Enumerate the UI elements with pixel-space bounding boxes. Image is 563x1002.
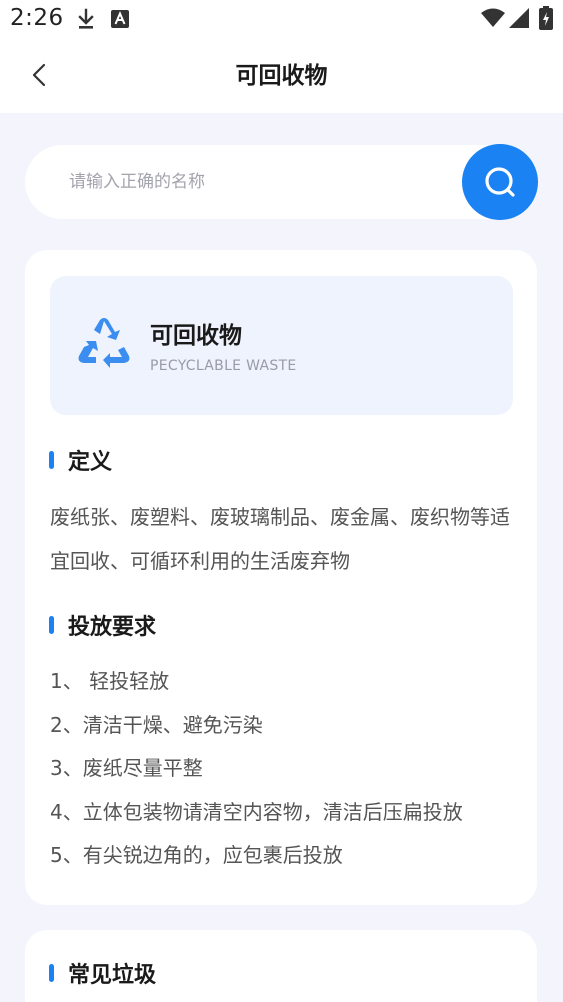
battery-charging-icon [539, 6, 553, 30]
status-bar: 2:26 [0, 0, 563, 40]
common-waste-card: 常见垃圾 [25, 930, 537, 1002]
search-bar [25, 144, 538, 220]
list-item: 1、 轻投轻放 [50, 669, 170, 693]
cell-signal-icon [509, 8, 529, 28]
definition-title: 定义 [68, 450, 113, 475]
top-bar: 2:26 可回收物 [0, 0, 563, 113]
category-subtitle: PECYCLABLE WASTE [150, 358, 297, 374]
download-icon [78, 8, 94, 29]
recycle-icon [78, 318, 130, 368]
search-input[interactable] [69, 145, 449, 219]
list-item: 5、有尖锐边角的，应包裹后投放 [50, 843, 343, 867]
section-marker [49, 964, 54, 982]
list-item: 4、立体包装物请清空内容物，清洁后压扁投放 [50, 799, 463, 824]
search-button[interactable] [462, 144, 538, 220]
category-title: 可回收物 [150, 323, 242, 349]
page-title: 可回收物 [235, 63, 328, 89]
wifi-icon [481, 8, 505, 27]
search-icon [485, 167, 515, 197]
definition-text: 废纸张、废塑料、废玻璃制品、废金属、废织物等适宜回收、可循环利用的生活废弃物 [50, 505, 510, 573]
category-detail-card: 可回收物 PECYCLABLE WASTE 定义 废纸张、废塑料、废玻璃制品、废… [25, 250, 537, 905]
list-item: 2、清洁干燥、避免污染 [50, 712, 263, 737]
list-item: 3、废纸尽量平整 [50, 756, 203, 780]
definition-heading: 定义 [49, 445, 112, 475]
common-heading: 常见垃圾 [49, 958, 156, 988]
section-marker [49, 616, 54, 634]
status-time: 2:26 [10, 5, 64, 31]
requirements-title: 投放要求 [68, 615, 157, 640]
category-banner: 可回收物 PECYCLABLE WASTE [50, 276, 513, 415]
a-letter-icon [111, 10, 129, 28]
requirements-heading: 投放要求 [49, 610, 156, 640]
section-marker [49, 451, 54, 469]
common-title: 常见垃圾 [68, 963, 157, 988]
requirements-list: 1、 轻投轻放 2、清洁干燥、避免污染 3、废纸尽量平整 4、立体包装物请清空内… [50, 660, 530, 878]
